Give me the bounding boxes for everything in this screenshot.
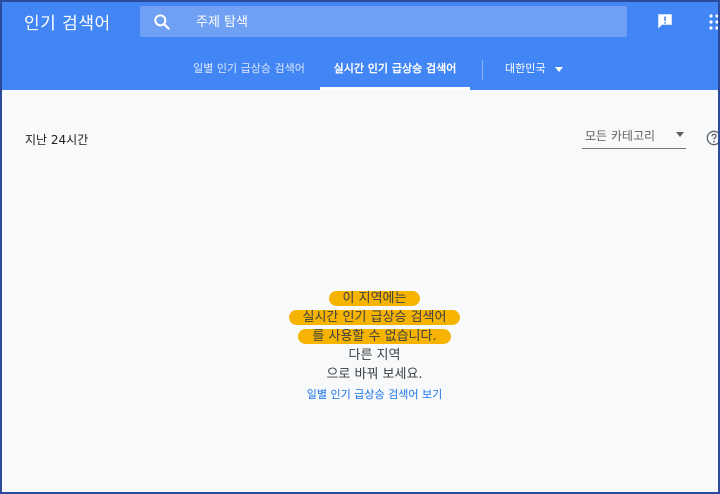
dropdown-arrow-icon xyxy=(676,132,684,137)
empty-state-line: 실시간 인기 급상승 검색어 xyxy=(288,310,461,325)
top-app-bar: 인기 검색어 일별 인기 급상승 검색어 실시간 인기 급상승 검색어 xyxy=(2,2,718,90)
search-input[interactable] xyxy=(196,12,596,32)
empty-state-line: 를 사용할 수 없습니다. xyxy=(298,329,451,344)
search-icon[interactable] xyxy=(152,12,172,32)
active-tab-indicator xyxy=(320,87,470,90)
country-selector[interactable]: 대한민국 xyxy=(505,50,564,90)
empty-state-message: 이 지역에는 실시간 인기 급상승 검색어 를 사용할 수 없습니다. 다른 지… xyxy=(2,289,718,402)
empty-state-line: 으로 바꿔 보세요. xyxy=(326,367,423,382)
tab-daily-trends[interactable]: 일별 인기 급상승 검색어 xyxy=(184,50,314,90)
feedback-icon[interactable] xyxy=(656,12,674,30)
trends-window: 인기 검색어 일별 인기 급상승 검색어 실시간 인기 급상승 검색어 xyxy=(0,0,720,494)
category-dropdown[interactable]: 모든 카테고리 xyxy=(582,124,686,149)
help-icon[interactable] xyxy=(706,130,720,146)
period-label: 지난 24시간 xyxy=(25,133,89,147)
view-daily-trends-link[interactable]: 일별 인기 급상승 검색어 보기 xyxy=(307,386,442,402)
dropdown-arrow-icon xyxy=(555,66,564,72)
tab-divider xyxy=(482,60,483,80)
apps-icon[interactable] xyxy=(709,14,719,32)
empty-state-line: 다른 지역 xyxy=(348,348,401,363)
country-label: 대한민국 xyxy=(505,62,546,75)
tab-realtime-trends[interactable]: 실시간 인기 급상승 검색어 xyxy=(320,50,470,90)
app-title: 인기 검색어 xyxy=(24,14,111,34)
search-box[interactable] xyxy=(140,6,627,37)
tab-bar: 일별 인기 급상승 검색어 실시간 인기 급상승 검색어 대한민국 xyxy=(2,50,718,90)
category-label: 모든 카테고리 xyxy=(585,129,656,143)
empty-state-line: 이 지역에는 xyxy=(328,291,421,306)
